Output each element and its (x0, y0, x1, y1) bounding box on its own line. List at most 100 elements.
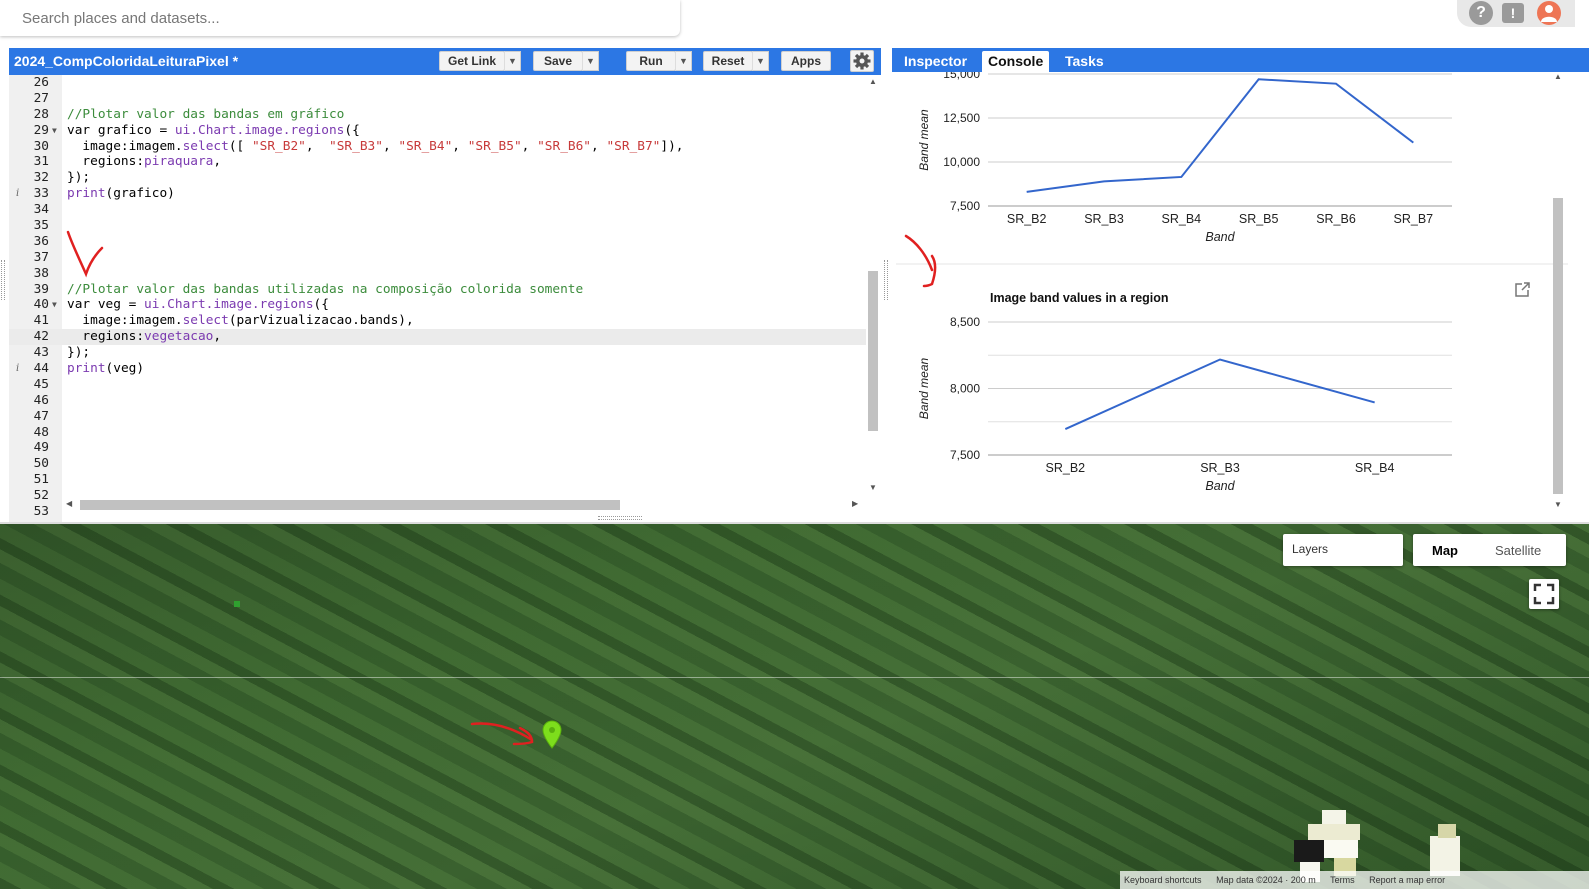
code-line[interactable]: 44 i print(veg) (9, 361, 869, 377)
code-text: var grafico = ui.Chart.image.regions({ (67, 122, 360, 138)
code-line[interactable]: 34 (9, 202, 869, 218)
code-line[interactable]: 32}); (9, 170, 869, 186)
code-line[interactable]: 38 (9, 266, 869, 282)
scroll-up-arrow[interactable]: ▲ (869, 77, 877, 86)
feedback-icon[interactable]: ! (1502, 3, 1524, 23)
code-line[interactable]: 36 (9, 234, 869, 250)
map-resize-handle[interactable] (598, 516, 642, 520)
code-line[interactable]: 40 ▼ var veg = ui.Chart.image.regions({ (9, 297, 869, 313)
scrollbar-thumb[interactable] (1553, 198, 1563, 494)
line-number: 49 (33, 440, 49, 456)
line-number: 26 (33, 75, 49, 90)
help-icon[interactable]: ? (1469, 1, 1493, 25)
map-type-map[interactable]: Map (1432, 543, 1458, 558)
code-editor-panel: 2024_CompColoridaLeituraPixel * Get Link… (9, 48, 881, 522)
console-scrollbar[interactable]: ▲ ▼ (1551, 72, 1565, 512)
code-line[interactable]: 29 ▼ var grafico = ui.Chart.image.regions(… (9, 123, 869, 139)
code-line[interactable]: 35 (9, 218, 869, 234)
tab-inspector[interactable]: Inspector (898, 51, 973, 72)
map-type-satellite[interactable]: Satellite (1495, 543, 1541, 558)
line-number: 33 (33, 186, 49, 202)
save-button[interactable]: Save (533, 51, 583, 71)
code-line[interactable]: 31 regions:piraquara, (9, 154, 869, 170)
map-type-control: Map Satellite (1413, 534, 1566, 566)
scroll-right-arrow[interactable]: ▶ (852, 499, 858, 508)
map-marker-icon[interactable] (542, 720, 562, 750)
settings-button[interactable] (850, 50, 874, 72)
save-dropdown[interactable]: ▼ (582, 51, 599, 71)
code-line[interactable]: 46 (9, 393, 869, 409)
reset-button[interactable]: Reset (703, 51, 753, 71)
code-line[interactable]: 47 (9, 409, 869, 425)
scroll-down-arrow[interactable]: ▼ (869, 483, 877, 492)
x-tick-label: SR_B4 (1355, 461, 1395, 475)
code-line[interactable]: 28 //Plotar valor das bandas em gráfico (9, 107, 869, 123)
panel-resize-handle[interactable] (884, 260, 888, 300)
line-number: 37 (33, 249, 49, 265)
code-line[interactable]: 41 image:imagem.select(parVizualizacao.b… (9, 313, 869, 329)
get-link-button[interactable]: Get Link (439, 51, 505, 71)
search-input[interactable] (0, 0, 680, 36)
code-lines[interactable]: 26 27 28 //Plotar valor das bandas em gráfi… (9, 75, 869, 520)
code-line[interactable]: 37 (9, 250, 869, 266)
terms-link[interactable]: Terms (1330, 875, 1355, 885)
fullscreen-icon (1533, 583, 1555, 605)
console-charts: 7,500 10,000 12,500 15,000 SR_B2 SR_B3 SR_B4 SR… (896, 72, 1568, 493)
tab-tasks[interactable]: Tasks (1059, 51, 1110, 72)
apps-button[interactable]: Apps (781, 51, 831, 71)
script-title: 2024_CompColoridaLeituraPixel * (14, 53, 239, 69)
code-line[interactable]: 51 (9, 472, 869, 488)
line-number: 31 (33, 154, 49, 170)
layers-button[interactable]: Layers (1283, 534, 1403, 566)
editor-horizontal-scrollbar[interactable]: ◀ ▶ (62, 498, 866, 512)
code-line[interactable]: 50 (9, 456, 869, 472)
map-canvas[interactable]: Layers Map Satellite Keyboard shortcuts … (0, 524, 1589, 889)
account-icon[interactable] (1537, 1, 1561, 25)
fullscreen-button[interactable] (1529, 579, 1559, 609)
code-area[interactable]: 26 27 28 //Plotar valor das bandas em gráfi… (9, 75, 881, 522)
code-line[interactable]: 48 (9, 425, 869, 441)
code-line[interactable]: 49 (9, 440, 869, 456)
code-text: print(veg) (67, 361, 145, 377)
x-axis-label: Band (1205, 479, 1235, 493)
scroll-up-arrow[interactable]: ▲ (1554, 72, 1562, 81)
console-output: 7,500 10,000 12,500 15,000 SR_B2 SR_B3 SR_B4 SR… (892, 72, 1568, 520)
line-number: 52 (33, 488, 49, 504)
y-tick-label: 7,500 (950, 448, 980, 462)
red-arrow-annotation (904, 234, 937, 288)
series-line (1026, 78, 1414, 193)
scrollbar-thumb[interactable] (80, 500, 620, 510)
code-text: var veg = ui.Chart.image.regions({ (67, 297, 329, 313)
left-resize-handle[interactable] (1, 260, 5, 300)
tab-console[interactable]: Console (982, 51, 1050, 72)
report-error-link[interactable]: Report a map error (1369, 875, 1445, 885)
map-grid-line (0, 677, 1589, 678)
reset-dropdown[interactable]: ▼ (752, 51, 769, 71)
get-link-dropdown[interactable]: ▼ (504, 51, 521, 71)
fold-arrow-icon[interactable]: ▼ (52, 297, 57, 313)
popout-icon[interactable] (1515, 282, 1530, 297)
x-tick-label: SR_B3 (1200, 461, 1240, 475)
code-line[interactable]: 30 image:imagem.select([ "SR_B2", "SR_B3… (9, 139, 869, 155)
scroll-down-arrow[interactable]: ▼ (1554, 500, 1562, 509)
editor-vertical-scrollbar[interactable]: ▲ ▼ (866, 75, 881, 522)
code-line[interactable]: 45 (9, 377, 869, 393)
code-line[interactable]: 33 i print(grafico) (9, 186, 869, 202)
red-arrow-annotation (470, 722, 534, 746)
run-dropdown[interactable]: ▼ (675, 51, 692, 71)
line-number: 43 (33, 345, 49, 361)
series-line (1064, 358, 1375, 430)
fold-arrow-icon[interactable]: ▼ (52, 123, 57, 139)
scroll-left-arrow[interactable]: ◀ (66, 499, 72, 508)
code-line[interactable]: 27 (9, 91, 869, 107)
search-box[interactable] (0, 0, 680, 36)
code-line[interactable]: 42 regions:vegetacao, (9, 329, 869, 346)
line-number: 39 (33, 281, 49, 297)
x-axis-label: Band (1205, 230, 1235, 244)
run-button[interactable]: Run (626, 51, 676, 71)
code-line[interactable]: 39 //Plotar valor das bandas utilizadas n… (9, 282, 869, 298)
code-line[interactable]: 43}); (9, 345, 869, 361)
scrollbar-thumb[interactable] (868, 271, 878, 431)
keyboard-shortcuts-link[interactable]: Keyboard shortcuts (1124, 875, 1202, 885)
code-line[interactable]: 26 (9, 75, 869, 91)
